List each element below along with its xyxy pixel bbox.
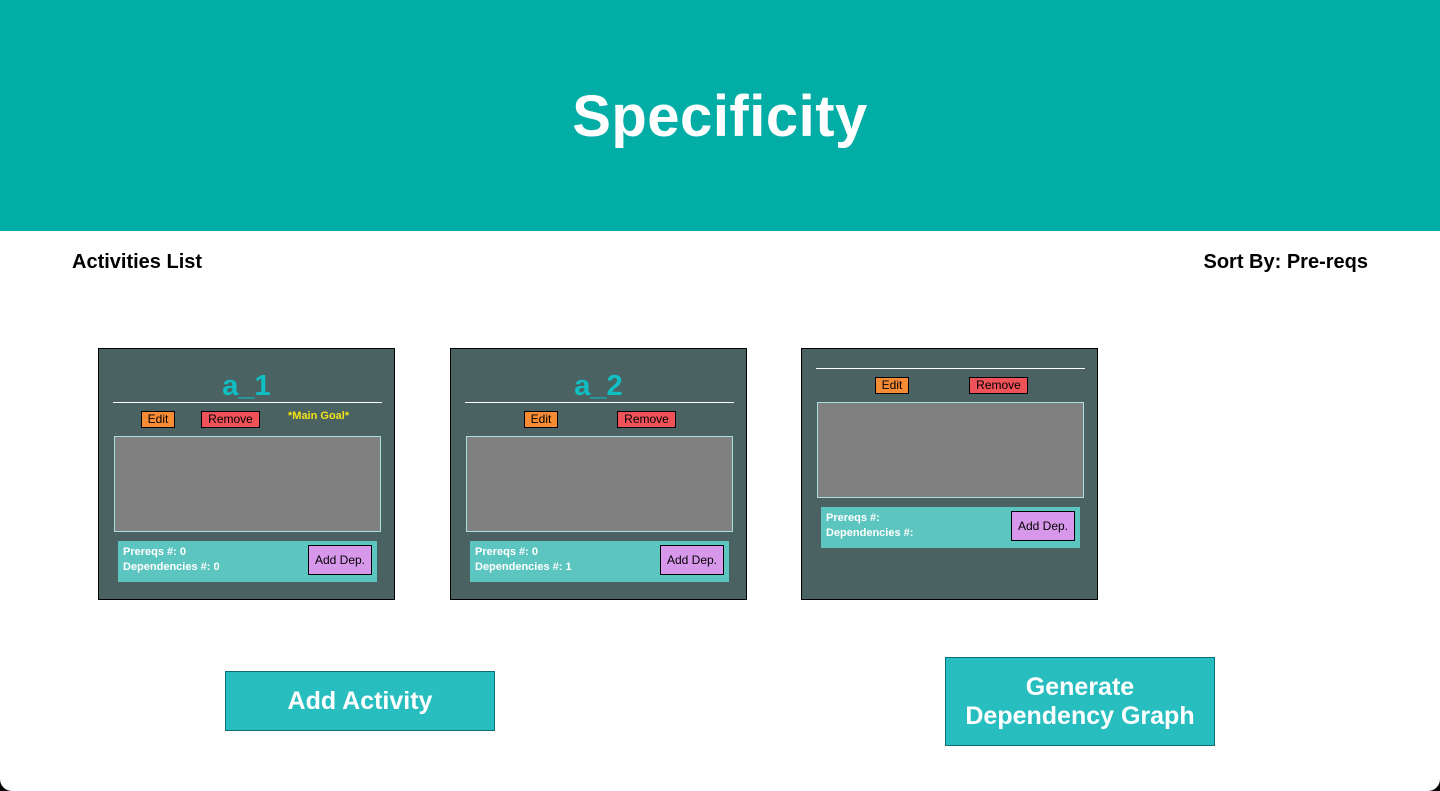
- add-dependency-button[interactable]: Add Dep.: [660, 545, 724, 575]
- dependencies-count: Dependencies #: 1: [475, 561, 572, 573]
- activity-name: a_2: [574, 370, 623, 402]
- main-goal-badge: *Main Goal*: [288, 410, 350, 422]
- activity-card: a_2 Edit Remove Prereqs #: 0 Dependencie…: [450, 348, 747, 600]
- edit-button[interactable]: Edit: [875, 377, 909, 394]
- card-divider: [465, 402, 734, 403]
- activity-card: a_1 Edit Remove *Main Goal* Prereqs #: 0…: [98, 348, 395, 600]
- prereqs-count: Prereqs #: 0: [123, 546, 186, 558]
- prereqs-count: Prereqs #:: [826, 512, 880, 524]
- activity-description-area[interactable]: [817, 402, 1084, 498]
- activities-list-heading: Activities List: [72, 251, 203, 273]
- remove-button[interactable]: Remove: [617, 411, 676, 428]
- card-stats-footer: Prereqs #: Dependencies #: Add Dep.: [821, 507, 1080, 548]
- dependencies-count: Dependencies #: 0: [123, 561, 220, 573]
- card-stats-footer: Prereqs #: 0 Dependencies #: 0 Add Dep.: [118, 541, 377, 582]
- prereqs-count: Prereqs #: 0: [475, 546, 538, 558]
- activity-name: a_1: [222, 370, 271, 402]
- app-title: Specificity: [572, 84, 868, 149]
- dependencies-count: Dependencies #:: [826, 527, 914, 539]
- card-divider: [113, 402, 382, 403]
- edit-button[interactable]: Edit: [524, 411, 558, 428]
- add-activity-button[interactable]: Add Activity: [225, 671, 495, 731]
- activity-card: Edit Remove Prereqs #: Dependencies #: A…: [801, 348, 1098, 600]
- header-banner: Specificity: [0, 0, 1440, 231]
- generate-button-line1: Generate: [1025, 672, 1135, 701]
- activity-description-area[interactable]: [114, 436, 381, 532]
- remove-button[interactable]: Remove: [201, 411, 260, 428]
- add-dependency-button[interactable]: Add Dep.: [308, 545, 372, 575]
- card-divider: [816, 368, 1085, 369]
- edit-button[interactable]: Edit: [141, 411, 175, 428]
- activity-description-area[interactable]: [466, 436, 733, 532]
- generate-button-line2: Dependency Graph: [965, 701, 1195, 730]
- app-page: Specificity Activities List Sort By: Pre…: [0, 0, 1440, 791]
- generate-dependency-graph-button[interactable]: Generate Dependency Graph: [945, 657, 1215, 746]
- sort-by-control[interactable]: Sort By: Pre-reqs: [1204, 251, 1369, 274]
- add-dependency-button[interactable]: Add Dep.: [1011, 511, 1075, 541]
- card-stats-footer: Prereqs #: 0 Dependencies #: 1 Add Dep.: [470, 541, 729, 582]
- remove-button[interactable]: Remove: [969, 377, 1028, 394]
